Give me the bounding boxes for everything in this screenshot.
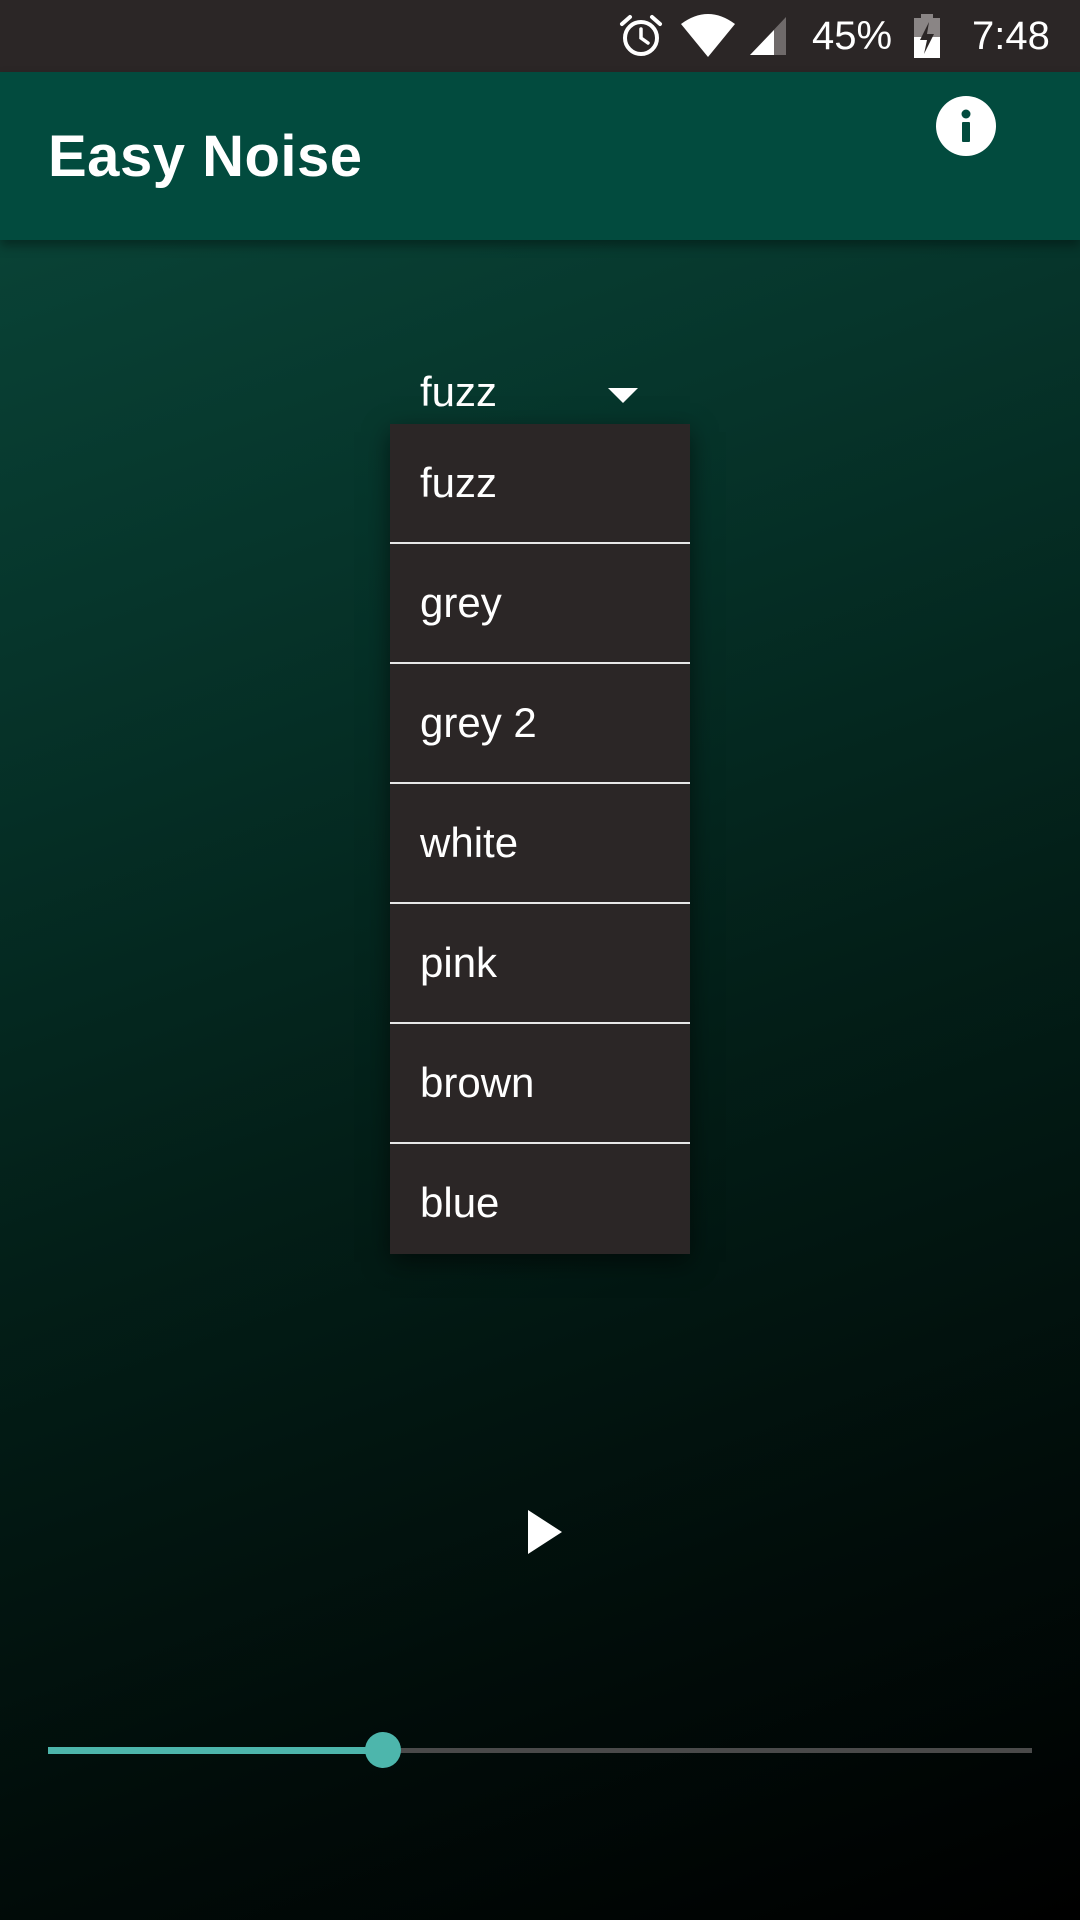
dropdown-option-label: grey 2	[420, 699, 537, 746]
volume-slider[interactable]	[48, 1730, 1032, 1770]
dropdown-arrow-icon	[608, 388, 638, 403]
dropdown-option-label: blue	[420, 1179, 500, 1226]
dropdown-option-brown[interactable]: brown	[390, 1024, 690, 1144]
clock-time: 7:48	[972, 13, 1050, 58]
cell-signal-icon	[748, 0, 788, 72]
dropdown-option-blue[interactable]: blue	[390, 1144, 690, 1262]
dropdown-option-label: grey	[420, 579, 502, 626]
app-screen: 45% 7:48 Easy Noise fuzz fuzz grey grey …	[0, 0, 1080, 1920]
dropdown-option-label: brown	[420, 1059, 535, 1106]
dropdown-option-pink[interactable]: pink	[390, 904, 690, 1024]
dropdown-option-grey-2[interactable]: grey 2	[390, 664, 690, 784]
noise-type-spinner[interactable]: fuzz	[390, 360, 690, 430]
spinner-selected-value: fuzz	[420, 368, 498, 415]
battery-charging-icon	[912, 0, 942, 72]
dropdown-option-fuzz[interactable]: fuzz	[390, 424, 690, 544]
dropdown-option-white[interactable]: white	[390, 784, 690, 904]
info-button[interactable]	[936, 96, 996, 156]
play-icon	[528, 1510, 562, 1554]
app-bar: Easy Noise	[0, 72, 1080, 240]
app-title: Easy Noise	[48, 123, 363, 189]
dropdown-option-label: pink	[420, 939, 498, 986]
dropdown-option-label: fuzz	[420, 459, 498, 506]
dropdown-option-grey[interactable]: grey	[390, 544, 690, 664]
status-bar: 45% 7:48	[0, 0, 1080, 72]
play-button[interactable]	[512, 1502, 572, 1562]
volume-slider-fill	[48, 1747, 383, 1754]
alarm-clock-icon	[618, 0, 664, 72]
battery-percent: 45%	[812, 13, 893, 58]
volume-slider-thumb[interactable]	[365, 1732, 401, 1768]
noise-type-dropdown: fuzz grey grey 2 white pink brown blue	[390, 424, 690, 1254]
info-icon	[961, 109, 971, 142]
wifi-icon	[680, 0, 736, 72]
dropdown-option-label: white	[420, 819, 519, 866]
